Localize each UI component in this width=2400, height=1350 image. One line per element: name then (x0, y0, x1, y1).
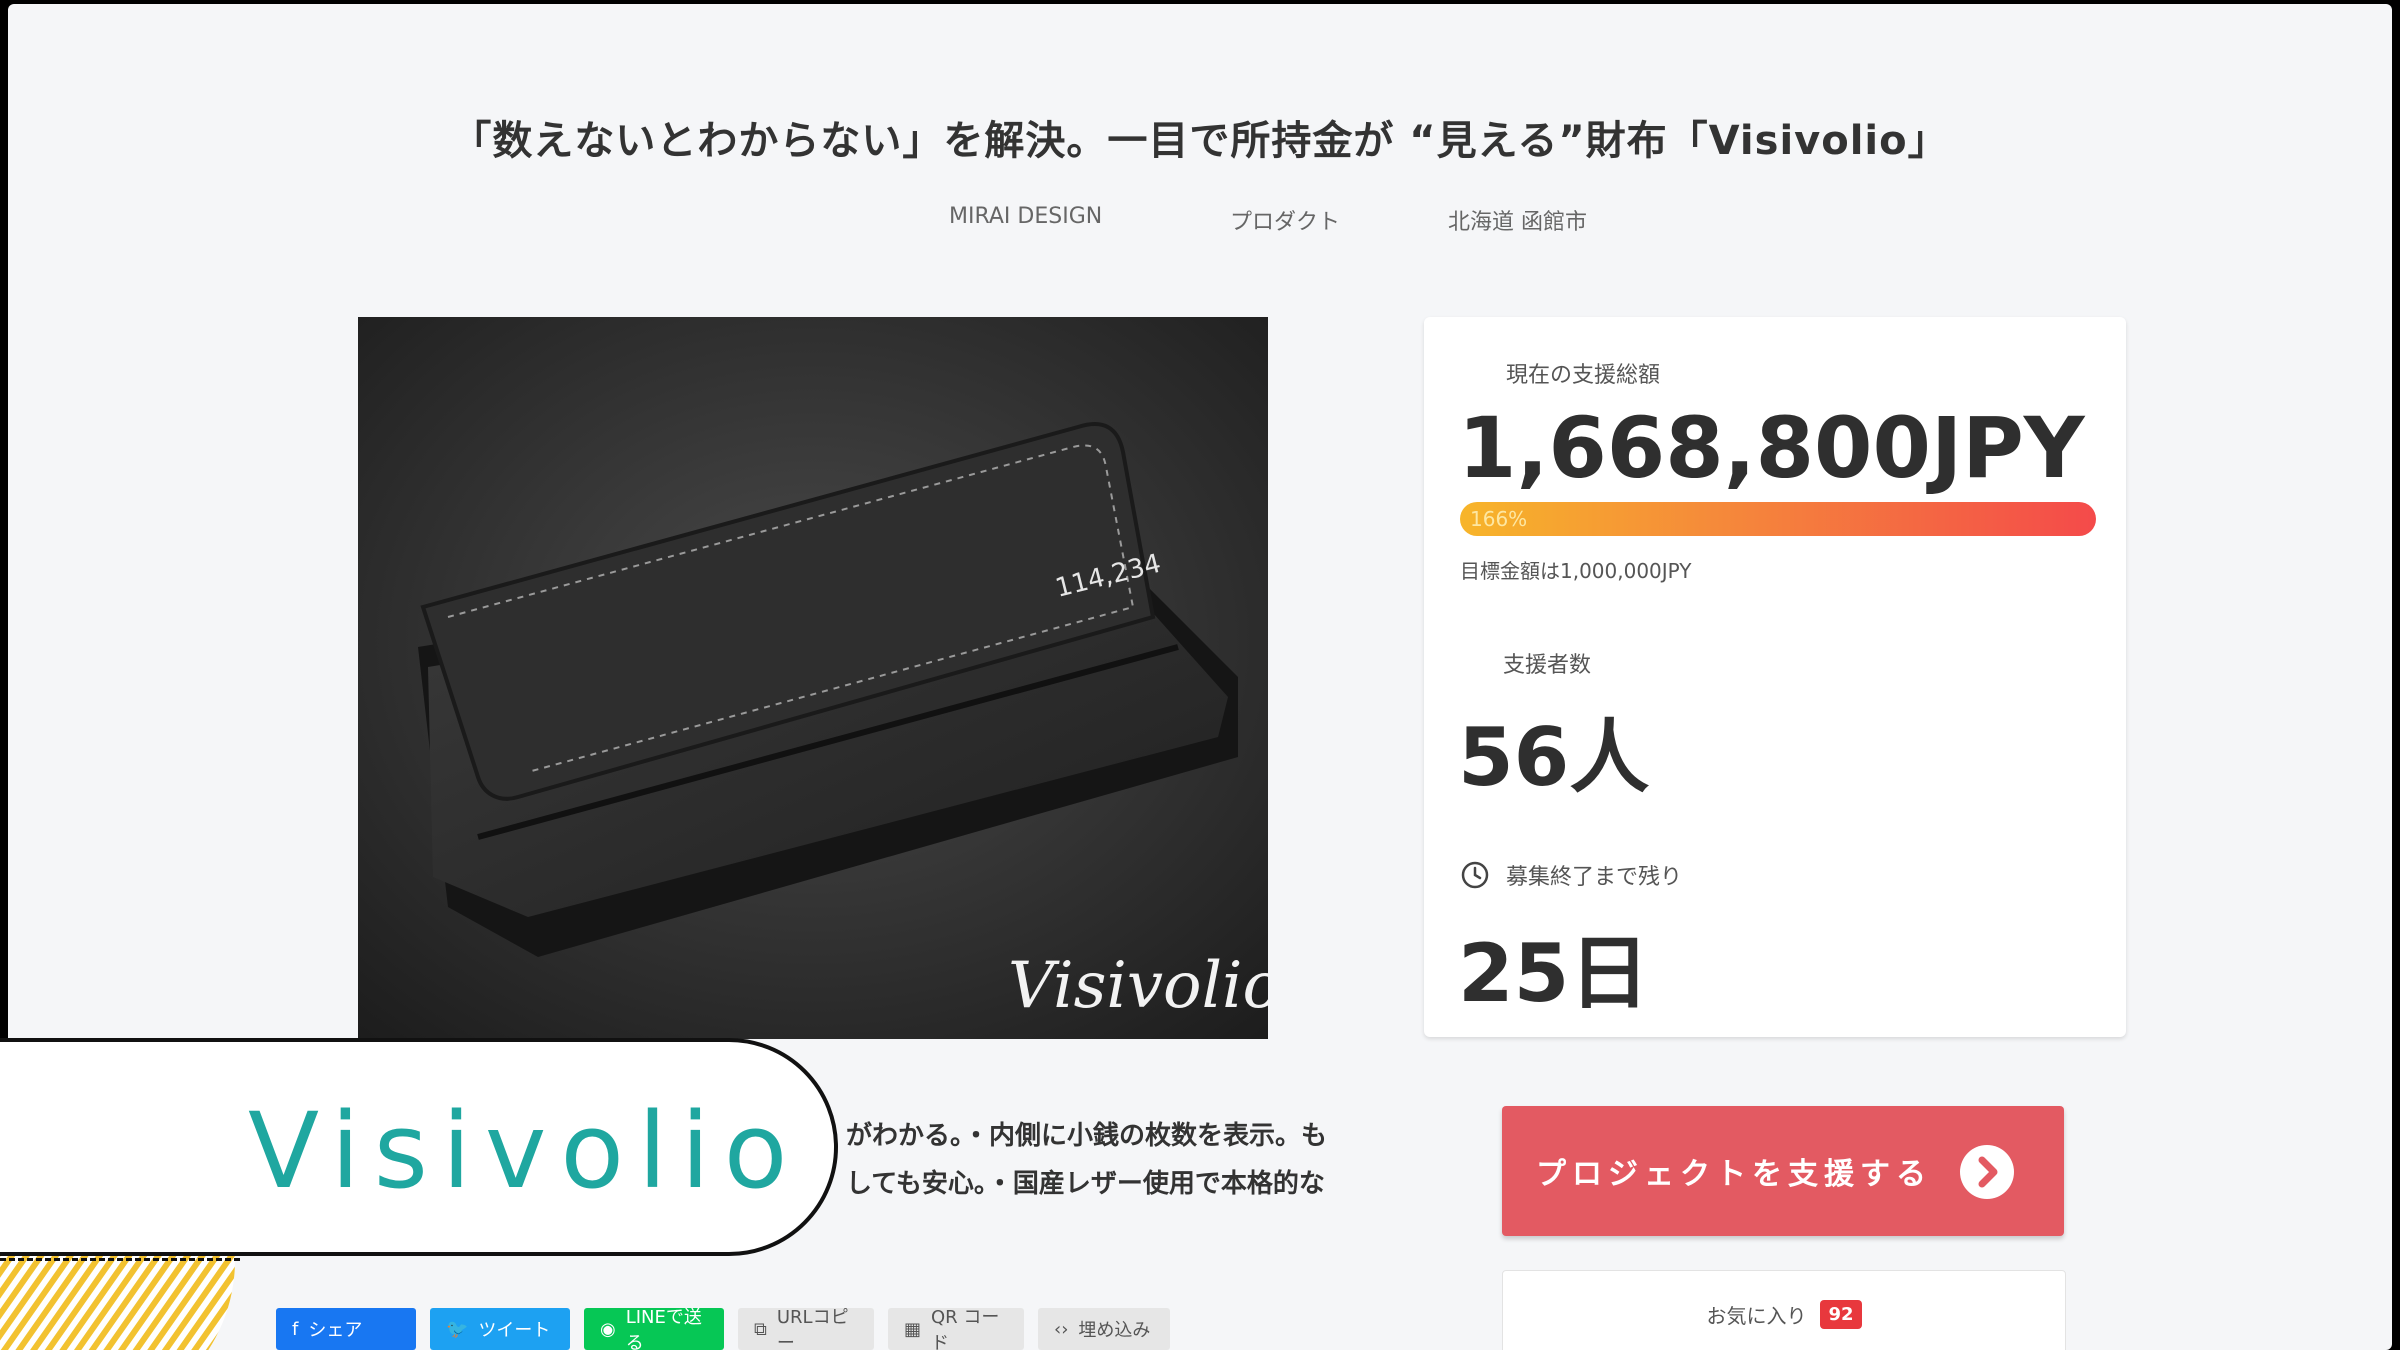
backers-label: 支援者数 (1503, 653, 1592, 678)
project-category-link[interactable]: プロダクト (1230, 204, 1340, 236)
copy-url-label: URLコピー (776, 1307, 849, 1350)
goal-text: 目標金額は1,000,000JPY (1460, 559, 1692, 583)
banner-title: Visivolio (248, 1090, 802, 1212)
days-value: 25日 (1458, 927, 1650, 1020)
share-line-label: LINEで送る (625, 1307, 702, 1350)
line-icon: ◉ (600, 1318, 616, 1340)
facebook-icon: f (292, 1318, 299, 1340)
support-project-button[interactable]: プロジェクトを支援する (1502, 1106, 2064, 1236)
project-owner-link[interactable]: MIRAI DESIGN (949, 204, 1102, 229)
progress-bar: 166% (1460, 502, 2096, 536)
share-twitter-label: ツイート (478, 1320, 551, 1341)
funding-stats-card: 現在の支援総額 1,668,800JPY 166% 目標金額は1,000,000… (1424, 317, 2126, 1037)
embed-button[interactable]: ‹› 埋め込み (1038, 1308, 1170, 1350)
embed-label: 埋め込み (1078, 1320, 1151, 1341)
share-buttons: f シェア 🐦 ツイート ◉ LINEで送る ⧉ URLコピー ▦ QR コード… (276, 1307, 1170, 1350)
backers-value: 56人 (1458, 711, 1650, 804)
project-description: がわかる。・内側に小銭の枚数を表示。も しても安心。・国産レザー使用で本格的な (846, 1112, 1366, 1208)
copy-url-button[interactable]: ⧉ URLコピー (738, 1307, 874, 1350)
amount-value: 1,668,800JPY (1458, 399, 2085, 497)
project-title: 「数えないとわからない」を解決。一目で所持金が “見える”財布「Visivoli… (451, 118, 1949, 164)
description-line: がわかる。・内側に小銭の枚数を表示。も (846, 1121, 1328, 1151)
banner-dashed-line (0, 1258, 240, 1261)
days-remaining-header: 募集終了まで残り (1460, 859, 1682, 891)
favorite-label: お気に入り (1706, 1303, 1807, 1328)
days-label: 募集終了まで残り (1506, 865, 1683, 890)
chevron-right-icon (1960, 1145, 2014, 1199)
qr-code-button[interactable]: ▦ QR コード (888, 1307, 1024, 1350)
share-line-button[interactable]: ◉ LINEで送る (584, 1307, 724, 1350)
code-icon: ‹› (1054, 1318, 1069, 1340)
clock-icon (1460, 860, 1490, 890)
project-location-link[interactable]: 北海道 函館市 (1448, 204, 1587, 236)
favorite-count-badge: 92 (1820, 1299, 1862, 1329)
qr-code-label: QR コード (931, 1307, 1000, 1350)
hero-image: 114,234 Visivolio (358, 317, 1268, 1039)
copy-icon: ⧉ (754, 1318, 767, 1340)
description-line: しても安心。・国産レザー使用で本格的な (846, 1169, 1325, 1199)
qr-code-icon: ▦ (904, 1318, 922, 1340)
favorite-button[interactable]: お気に入り 92 (1502, 1270, 2066, 1350)
progress-percent: 166% (1470, 507, 1528, 531)
twitter-icon: 🐦 (446, 1318, 469, 1340)
amount-label: 現在の支援総額 (1506, 363, 1661, 388)
wallet-signature: Visivolio (1008, 949, 1268, 1023)
share-twitter-button[interactable]: 🐦 ツイート (430, 1308, 570, 1350)
share-facebook-label: シェア (308, 1320, 363, 1341)
share-facebook-button[interactable]: f シェア (276, 1308, 416, 1350)
wallet-photo: 114,234 Visivolio (358, 317, 1268, 1039)
support-button-label: プロジェクトを支援する (1536, 1157, 1932, 1192)
